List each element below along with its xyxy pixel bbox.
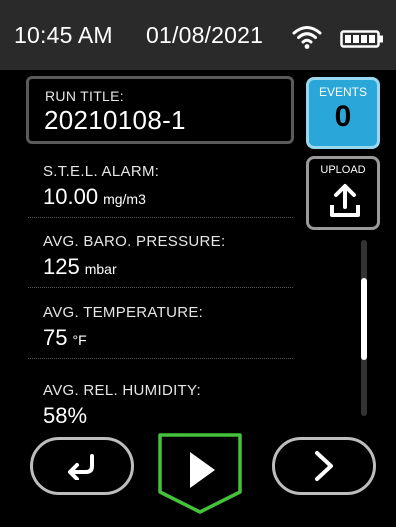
temperature-number: 75 — [43, 325, 68, 350]
baro-pressure-label: AVG. BARO. PRESSURE: — [43, 233, 226, 250]
clock-time: 10:45 AM — [14, 22, 113, 48]
temperature-unit: °F — [72, 332, 87, 348]
stel-alarm-number: 10.00 — [43, 184, 99, 209]
baro-pressure-number: 125 — [43, 254, 80, 279]
temperature-value: 75 °F — [43, 325, 87, 351]
temperature-row[interactable]: AVG. TEMPERATURE: 75 °F — [28, 296, 293, 359]
baro-pressure-row[interactable]: AVG. BARO. PRESSURE: 125 mbar — [28, 225, 293, 288]
status-bar: 10:45 AM 01/08/2021 — [0, 0, 396, 70]
upload-icon — [330, 184, 360, 217]
upload-button[interactable]: UPLOAD — [306, 156, 380, 230]
events-button[interactable]: EVENTS 0 — [306, 77, 380, 149]
run-title-field[interactable]: RUN TITLE: 20210108-1 — [26, 76, 294, 144]
stel-alarm-label: S.T.E.L. ALARM: — [43, 163, 160, 180]
baro-pressure-value: 125 mbar — [43, 254, 117, 280]
next-button[interactable] — [272, 437, 376, 495]
stel-alarm-value: 10.00 mg/m3 — [43, 184, 146, 210]
stel-alarm-row[interactable]: S.T.E.L. ALARM: 10.00 mg/m3 — [28, 155, 293, 218]
run-title-label: RUN TITLE: — [45, 88, 124, 104]
humidity-number: 58% — [43, 403, 88, 428]
humidity-label: AVG. REL. HUMIDITY: — [43, 382, 201, 399]
clock-date: 01/08/2021 — [146, 22, 264, 48]
run-title-value: 20210108-1 — [44, 105, 186, 135]
events-count: 0 — [334, 100, 352, 133]
battery-icon — [340, 30, 383, 48]
humidity-value: 58% — [43, 403, 87, 429]
return-arrow-icon — [68, 454, 94, 480]
humidity-row[interactable]: AVG. REL. HUMIDITY: 58% — [28, 374, 293, 436]
wifi-icon — [292, 26, 322, 49]
back-button[interactable] — [30, 437, 134, 495]
temperature-label: AVG. TEMPERATURE: — [43, 304, 204, 321]
events-label: EVENTS — [318, 85, 367, 99]
upload-label: UPLOAD — [320, 164, 366, 176]
baro-pressure-unit: mbar — [84, 261, 117, 277]
chevron-right-icon — [315, 451, 333, 481]
stel-alarm-unit: mg/m3 — [103, 191, 146, 207]
scrollbar[interactable] — [361, 240, 367, 416]
scrollbar-thumb[interactable] — [361, 278, 367, 360]
play-button[interactable] — [157, 432, 243, 516]
